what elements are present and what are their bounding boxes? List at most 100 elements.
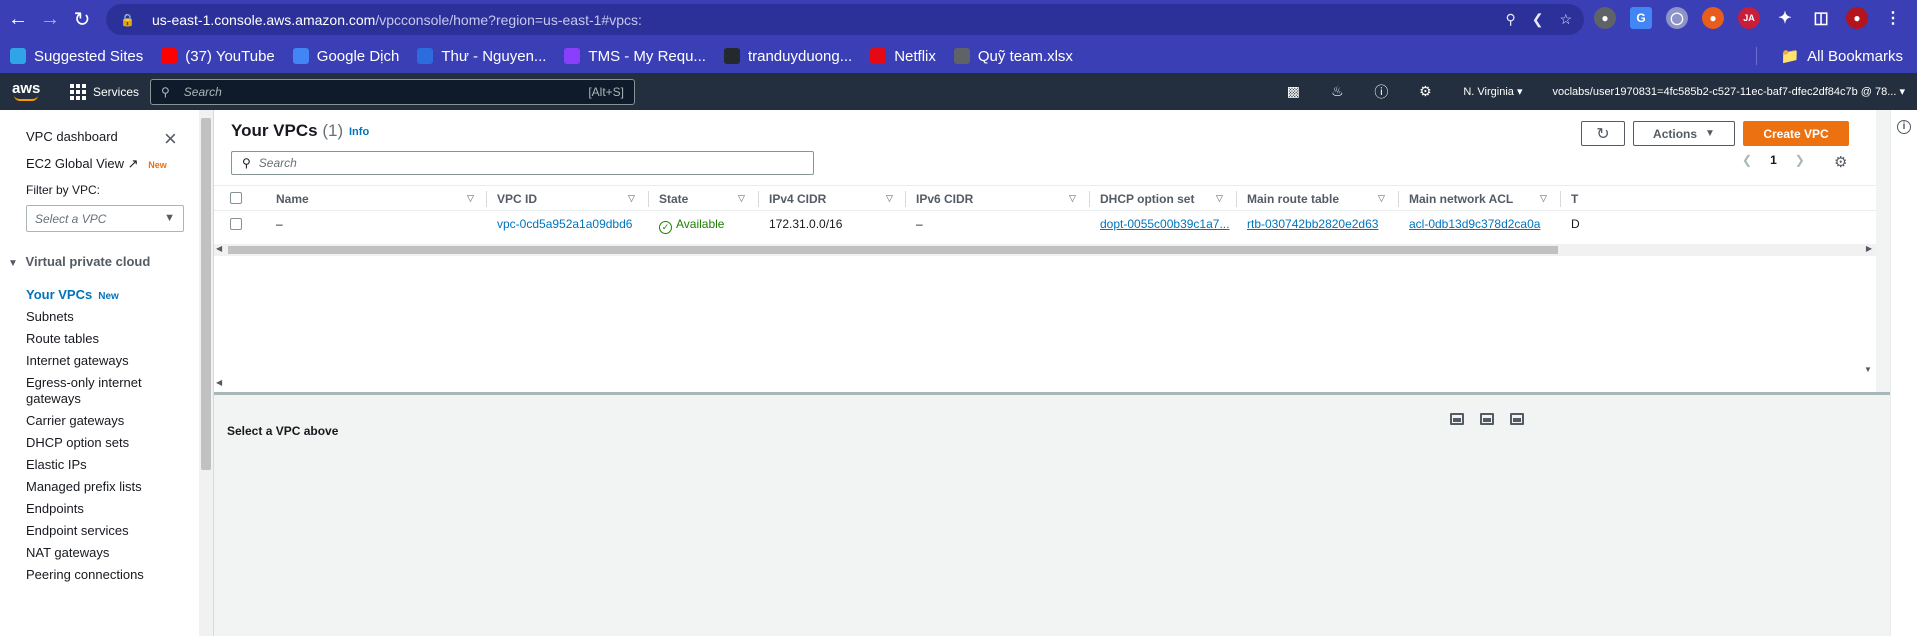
cell-vpc-id[interactable]: vpc-0cd5a952a1a09dbd6 (497, 217, 632, 231)
reload-icon[interactable]: ↻ (68, 6, 96, 34)
puzzle-icon[interactable]: ✦ (1774, 7, 1796, 29)
sidebar-item-ec2-global-view[interactable]: EC2 Global View ↗ New (26, 156, 167, 172)
forward-icon[interactable]: → (36, 6, 64, 34)
layout-full-icon[interactable] (1510, 413, 1524, 425)
prev-page-icon[interactable]: ❮ (1742, 153, 1752, 167)
gear-icon[interactable]: ⚙ (1403, 83, 1447, 100)
aws-logo[interactable]: aws (12, 80, 42, 104)
sidebar-item-peering-connections[interactable]: Peering connections (26, 567, 144, 582)
bookmark-item[interactable]: Netflix (870, 48, 936, 65)
cell-main-network-acl[interactable]: acl-0db13d9c378d2ca0a (1409, 217, 1540, 231)
sidebar-item-vpc-dashboard[interactable]: VPC dashboard (26, 129, 118, 144)
sidebar-item-gateways[interactable]: gateways (26, 391, 81, 406)
star-icon[interactable]: ☆ (1559, 11, 1572, 28)
table-row[interactable]: – vpc-0cd5a952a1a09dbd6 ✓ Available 172.3… (214, 211, 1876, 237)
help-icon[interactable]: ⓘ (1359, 82, 1403, 102)
sidebar-item-endpoint-services[interactable]: Endpoint services (26, 523, 129, 538)
account-menu[interactable]: voclabs/user1970831=4fc585b2-c527-11ec-b… (1552, 85, 1905, 98)
sidebar-item-managed-prefix-lists[interactable]: Managed prefix lists (26, 479, 142, 494)
sidebar-item-egress-only-internet[interactable]: Egress-only internet (26, 375, 142, 390)
sort-icon[interactable]: ▽ (467, 193, 474, 204)
sidebar-item-route-tables[interactable]: Route tables (26, 331, 99, 346)
page-number[interactable]: 1 (1770, 153, 1777, 167)
sidebar-item-elastic-ips[interactable]: Elastic IPs (26, 457, 87, 472)
scroll-down-icon[interactable]: ▼ (1864, 365, 1872, 374)
sidebar-scrollbar[interactable] (199, 110, 213, 636)
bookmark-item[interactable]: Suggested Sites (10, 48, 143, 65)
create-vpc-button[interactable]: Create VPC (1743, 121, 1849, 146)
bookmark-item[interactable]: (37) YouTube (161, 48, 275, 65)
cloudshell-icon[interactable]: ▩ (1271, 83, 1315, 100)
layout-side-icon[interactable] (1480, 413, 1494, 425)
sort-icon[interactable]: ▽ (886, 193, 893, 204)
bookmark-item[interactable]: Quỹ team.xlsx (953, 47, 1073, 65)
bookmark-label: Quỹ team.xlsx (977, 47, 1073, 65)
bookmark-item[interactable]: Google Dịch (292, 48, 399, 65)
sort-icon[interactable]: ▽ (1378, 193, 1385, 204)
profile-avatar[interactable]: ● (1846, 7, 1868, 29)
info-link[interactable]: Info (349, 126, 369, 138)
sort-icon[interactable]: ▽ (738, 193, 745, 204)
column-header-state[interactable]: State (659, 192, 688, 206)
table-search-input[interactable]: ⚲ Search (231, 151, 814, 175)
all-bookmarks[interactable]: 📁 All Bookmarks (1780, 39, 1903, 73)
row-checkbox[interactable] (230, 218, 242, 230)
section-virtual-private-cloud[interactable]: ▼ Virtual private cloud (8, 254, 150, 269)
sidebar-item-dhcp-option-sets[interactable]: DHCP option sets (26, 435, 129, 450)
sort-icon[interactable]: ▽ (628, 193, 635, 204)
sort-icon[interactable]: ▽ (1216, 193, 1223, 204)
region-selector[interactable]: N. Virginia ▾ (1463, 85, 1522, 98)
info-icon[interactable]: i (1897, 120, 1911, 134)
share-icon[interactable]: ❮ (1532, 11, 1544, 28)
column-header-ipv4-cidr[interactable]: IPv4 CIDR (769, 192, 826, 206)
sidebar-item-internet-gateways[interactable]: Internet gateways (26, 353, 129, 368)
translate-extension-icon[interactable]: G (1630, 7, 1652, 29)
mail-icon (417, 48, 434, 64)
back-icon[interactable]: ← (4, 6, 32, 34)
cell-dhcp-option-set[interactable]: dopt-0055c00b39c1a7... (1100, 217, 1229, 231)
sidebar-item-endpoints[interactable]: Endpoints (26, 501, 84, 516)
sidepanel-icon[interactable]: ◫ (1810, 7, 1832, 29)
sidebar-item-nat-gateways[interactable]: NAT gateways (26, 545, 109, 560)
column-header-main-route-table[interactable]: Main route table (1247, 192, 1339, 206)
sidebar-item-your-vpcs[interactable]: Your VPCs New (26, 287, 119, 302)
sort-icon[interactable]: ▽ (1540, 193, 1547, 204)
horizontal-scrollbar[interactable]: ◀ ▶ (214, 244, 1876, 256)
column-header-dhcp-option-set[interactable]: DHCP option set (1100, 192, 1194, 206)
zoom-icon[interactable]: ⚲ (1505, 11, 1515, 28)
cell-main-route-table[interactable]: rtb-030742bb2820e2d63 (1247, 217, 1378, 231)
extension-icon[interactable]: ● (1594, 7, 1616, 29)
column-header-ipv6-cidr[interactable]: IPv6 CIDR (916, 192, 973, 206)
bookmark-item[interactable]: tranduyduong... (723, 48, 852, 65)
table-settings-icon[interactable]: ⚙ (1834, 153, 1847, 171)
address-bar[interactable]: 🔒 us-east-1.console.aws.amazon.com /vpcc… (106, 4, 1584, 35)
shield-extension-icon[interactable]: ◯ (1666, 7, 1688, 29)
select-all-checkbox[interactable] (230, 192, 242, 204)
column-header-main-network-acl[interactable]: Main network ACL (1409, 192, 1513, 206)
bookmark-item[interactable]: TMS - My Requ... (564, 48, 706, 65)
actions-button[interactable]: Actions ▼ (1633, 121, 1735, 146)
actions-label: Actions (1653, 126, 1698, 141)
ja-extension-icon[interactable]: JA (1738, 7, 1760, 29)
layout-bottom-icon[interactable] (1450, 413, 1464, 425)
next-page-icon[interactable]: ❯ (1795, 153, 1805, 167)
column-header-truncated[interactable]: T (1571, 192, 1578, 206)
sidebar-item-carrier-gateways[interactable]: Carrier gateways (26, 413, 124, 428)
bell-icon[interactable]: ♨ (1315, 83, 1359, 100)
scroll-left-icon[interactable]: ◀ (216, 244, 222, 253)
close-icon[interactable]: × (164, 128, 177, 150)
ec2-global-view-label: EC2 Global View (26, 156, 125, 171)
column-header-name[interactable]: Name (276, 192, 309, 206)
refresh-button[interactable]: ↻ (1581, 121, 1625, 146)
sidebar-item-subnets[interactable]: Subnets (26, 309, 74, 324)
sort-icon[interactable]: ▽ (1069, 193, 1076, 204)
fox-extension-icon[interactable]: ● (1702, 7, 1724, 29)
vpc-filter-select[interactable]: Select a VPC ▼ (26, 205, 184, 232)
services-menu[interactable]: Services (70, 83, 139, 100)
column-header-vpc-id[interactable]: VPC ID (497, 192, 537, 206)
scroll-left-icon[interactable]: ◀ (216, 378, 222, 387)
aws-search-input[interactable]: ⚲ Search [Alt+S] (150, 79, 635, 105)
scroll-right-icon[interactable]: ▶ (1866, 244, 1872, 253)
bookmark-item[interactable]: Thư - Nguyen... (417, 48, 546, 65)
menu-icon[interactable]: ⋮ (1882, 7, 1904, 29)
